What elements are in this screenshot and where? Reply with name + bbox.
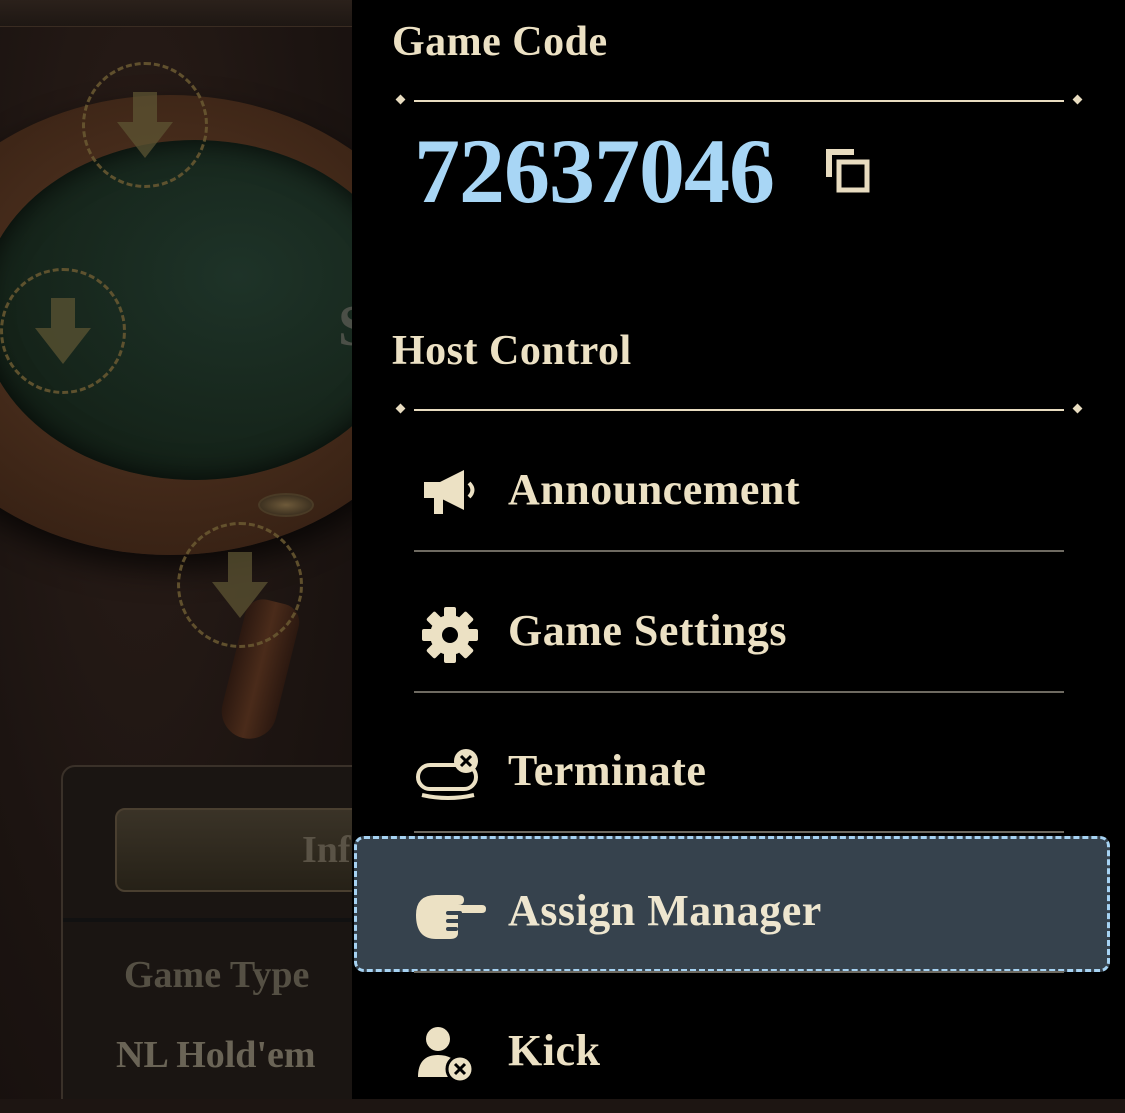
- menu-item-kick[interactable]: Kick: [414, 997, 1064, 1113]
- menu-item-label: Terminate: [508, 746, 707, 795]
- sit-down-arrow-icon: [35, 298, 91, 364]
- game-code-heading: Game Code: [392, 19, 608, 65]
- info-divider: [63, 918, 352, 922]
- chip-cup: [258, 493, 314, 517]
- copy-icon: [826, 149, 870, 193]
- menu-item-label: Game Settings: [508, 606, 788, 655]
- menu-divider: [414, 831, 1064, 833]
- menu-item-terminate[interactable]: Terminate: [414, 717, 1064, 833]
- menu-divider: [414, 971, 1064, 973]
- menu-item-assign-manager[interactable]: Assign Manager: [414, 857, 1064, 973]
- menu-divider: [414, 550, 1064, 552]
- sit-down-arrow-icon: [117, 92, 173, 158]
- game-type-label: Game Type: [124, 954, 310, 996]
- heading-divider: [414, 100, 1064, 102]
- gear-icon: [422, 607, 478, 663]
- menu-item-game-settings[interactable]: Game Settings: [414, 577, 1064, 693]
- game-type-value: NL Hold'em: [116, 1034, 316, 1076]
- menu-item-label: Announcement: [508, 465, 801, 514]
- host-control-heading: Host Control: [392, 328, 632, 374]
- copy-code-button[interactable]: [820, 143, 876, 199]
- info-tab-label: Inf: [302, 829, 351, 871]
- sit-down-arrow-icon: [212, 552, 268, 618]
- top-strip: [0, 0, 352, 27]
- menu-item-announcement[interactable]: Announcement: [414, 436, 1064, 552]
- menu-item-label: Kick: [508, 1026, 601, 1075]
- kick-user-icon: [418, 1027, 475, 1083]
- megaphone-icon: [424, 470, 475, 514]
- info-tab-button[interactable]: Inf: [115, 808, 352, 892]
- heading-divider: [414, 409, 1064, 411]
- felt-text: S: [338, 292, 352, 359]
- empty-seat[interactable]: [82, 62, 208, 188]
- game-code-value: 72637046: [414, 120, 775, 222]
- terminate-table-icon: [416, 749, 478, 800]
- empty-seat[interactable]: [0, 268, 126, 394]
- poker-table-background: S Inf Game Type NL Hold'em: [0, 0, 352, 1099]
- empty-seat[interactable]: [177, 522, 303, 648]
- pointing-hand-icon: [416, 895, 486, 939]
- menu-item-label: Assign Manager: [508, 886, 822, 935]
- menu-divider: [414, 691, 1064, 693]
- host-menu-panel: Game Code 72637046 Host Control Announce…: [352, 0, 1125, 1099]
